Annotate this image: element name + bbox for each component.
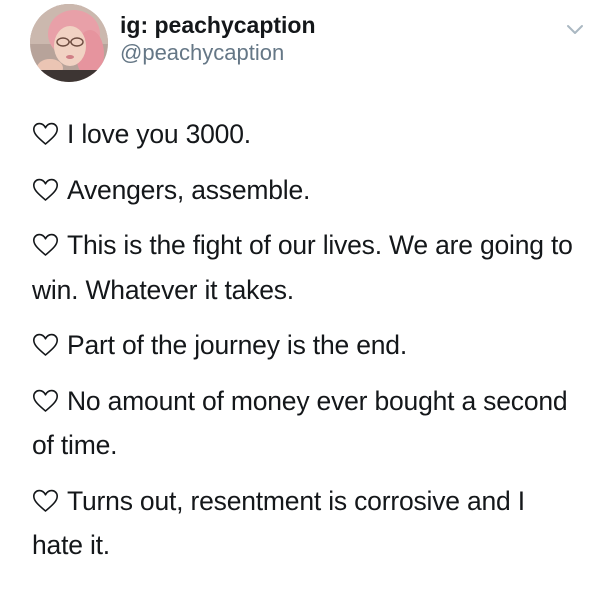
list-item-text: This is the fight of our lives. We are g… (32, 230, 573, 305)
heart-outline-icon (32, 122, 59, 146)
tweet-text: I love you 3000. Avengers, assemble. Thi… (32, 112, 582, 579)
user-handle[interactable]: @peachycaption (120, 39, 316, 67)
list-item: Turns out, resentment is corrosive and I… (32, 479, 582, 568)
list-item-text: I love you 3000. (67, 119, 251, 149)
heart-outline-icon (32, 389, 59, 413)
heart-outline-icon (32, 178, 59, 202)
list-item: Avengers, assemble. (32, 168, 582, 213)
heart-outline-icon (32, 233, 59, 257)
tweet-header: ig: peachycaption @peachycaption (30, 4, 586, 84)
user-name-block: ig: peachycaption @peachycaption (120, 11, 316, 67)
list-item-text: No amount of money ever bought a second … (32, 385, 568, 461)
avatar[interactable] (30, 4, 108, 82)
heart-outline-icon (32, 333, 59, 357)
list-item: Part of the journey is the end. (32, 323, 582, 368)
list-item: This is the fight of our lives. We are g… (32, 223, 582, 312)
display-name[interactable]: ig: peachycaption (120, 11, 316, 39)
tweet-card: ig: peachycaption @peachycaption I love … (0, 0, 600, 600)
profile-photo-avatar (30, 4, 108, 82)
list-item-text: Part of the journey is the end. (67, 330, 407, 360)
list-item-text: Avengers, assemble. (67, 174, 311, 205)
chevron-down-icon[interactable] (564, 18, 586, 40)
list-item: I love you 3000. (32, 112, 582, 157)
heart-outline-icon (32, 489, 59, 513)
list-item: No amount of money ever bought a second … (32, 379, 582, 468)
list-item-text: Turns out, resentment is corrosive and I… (32, 485, 525, 561)
